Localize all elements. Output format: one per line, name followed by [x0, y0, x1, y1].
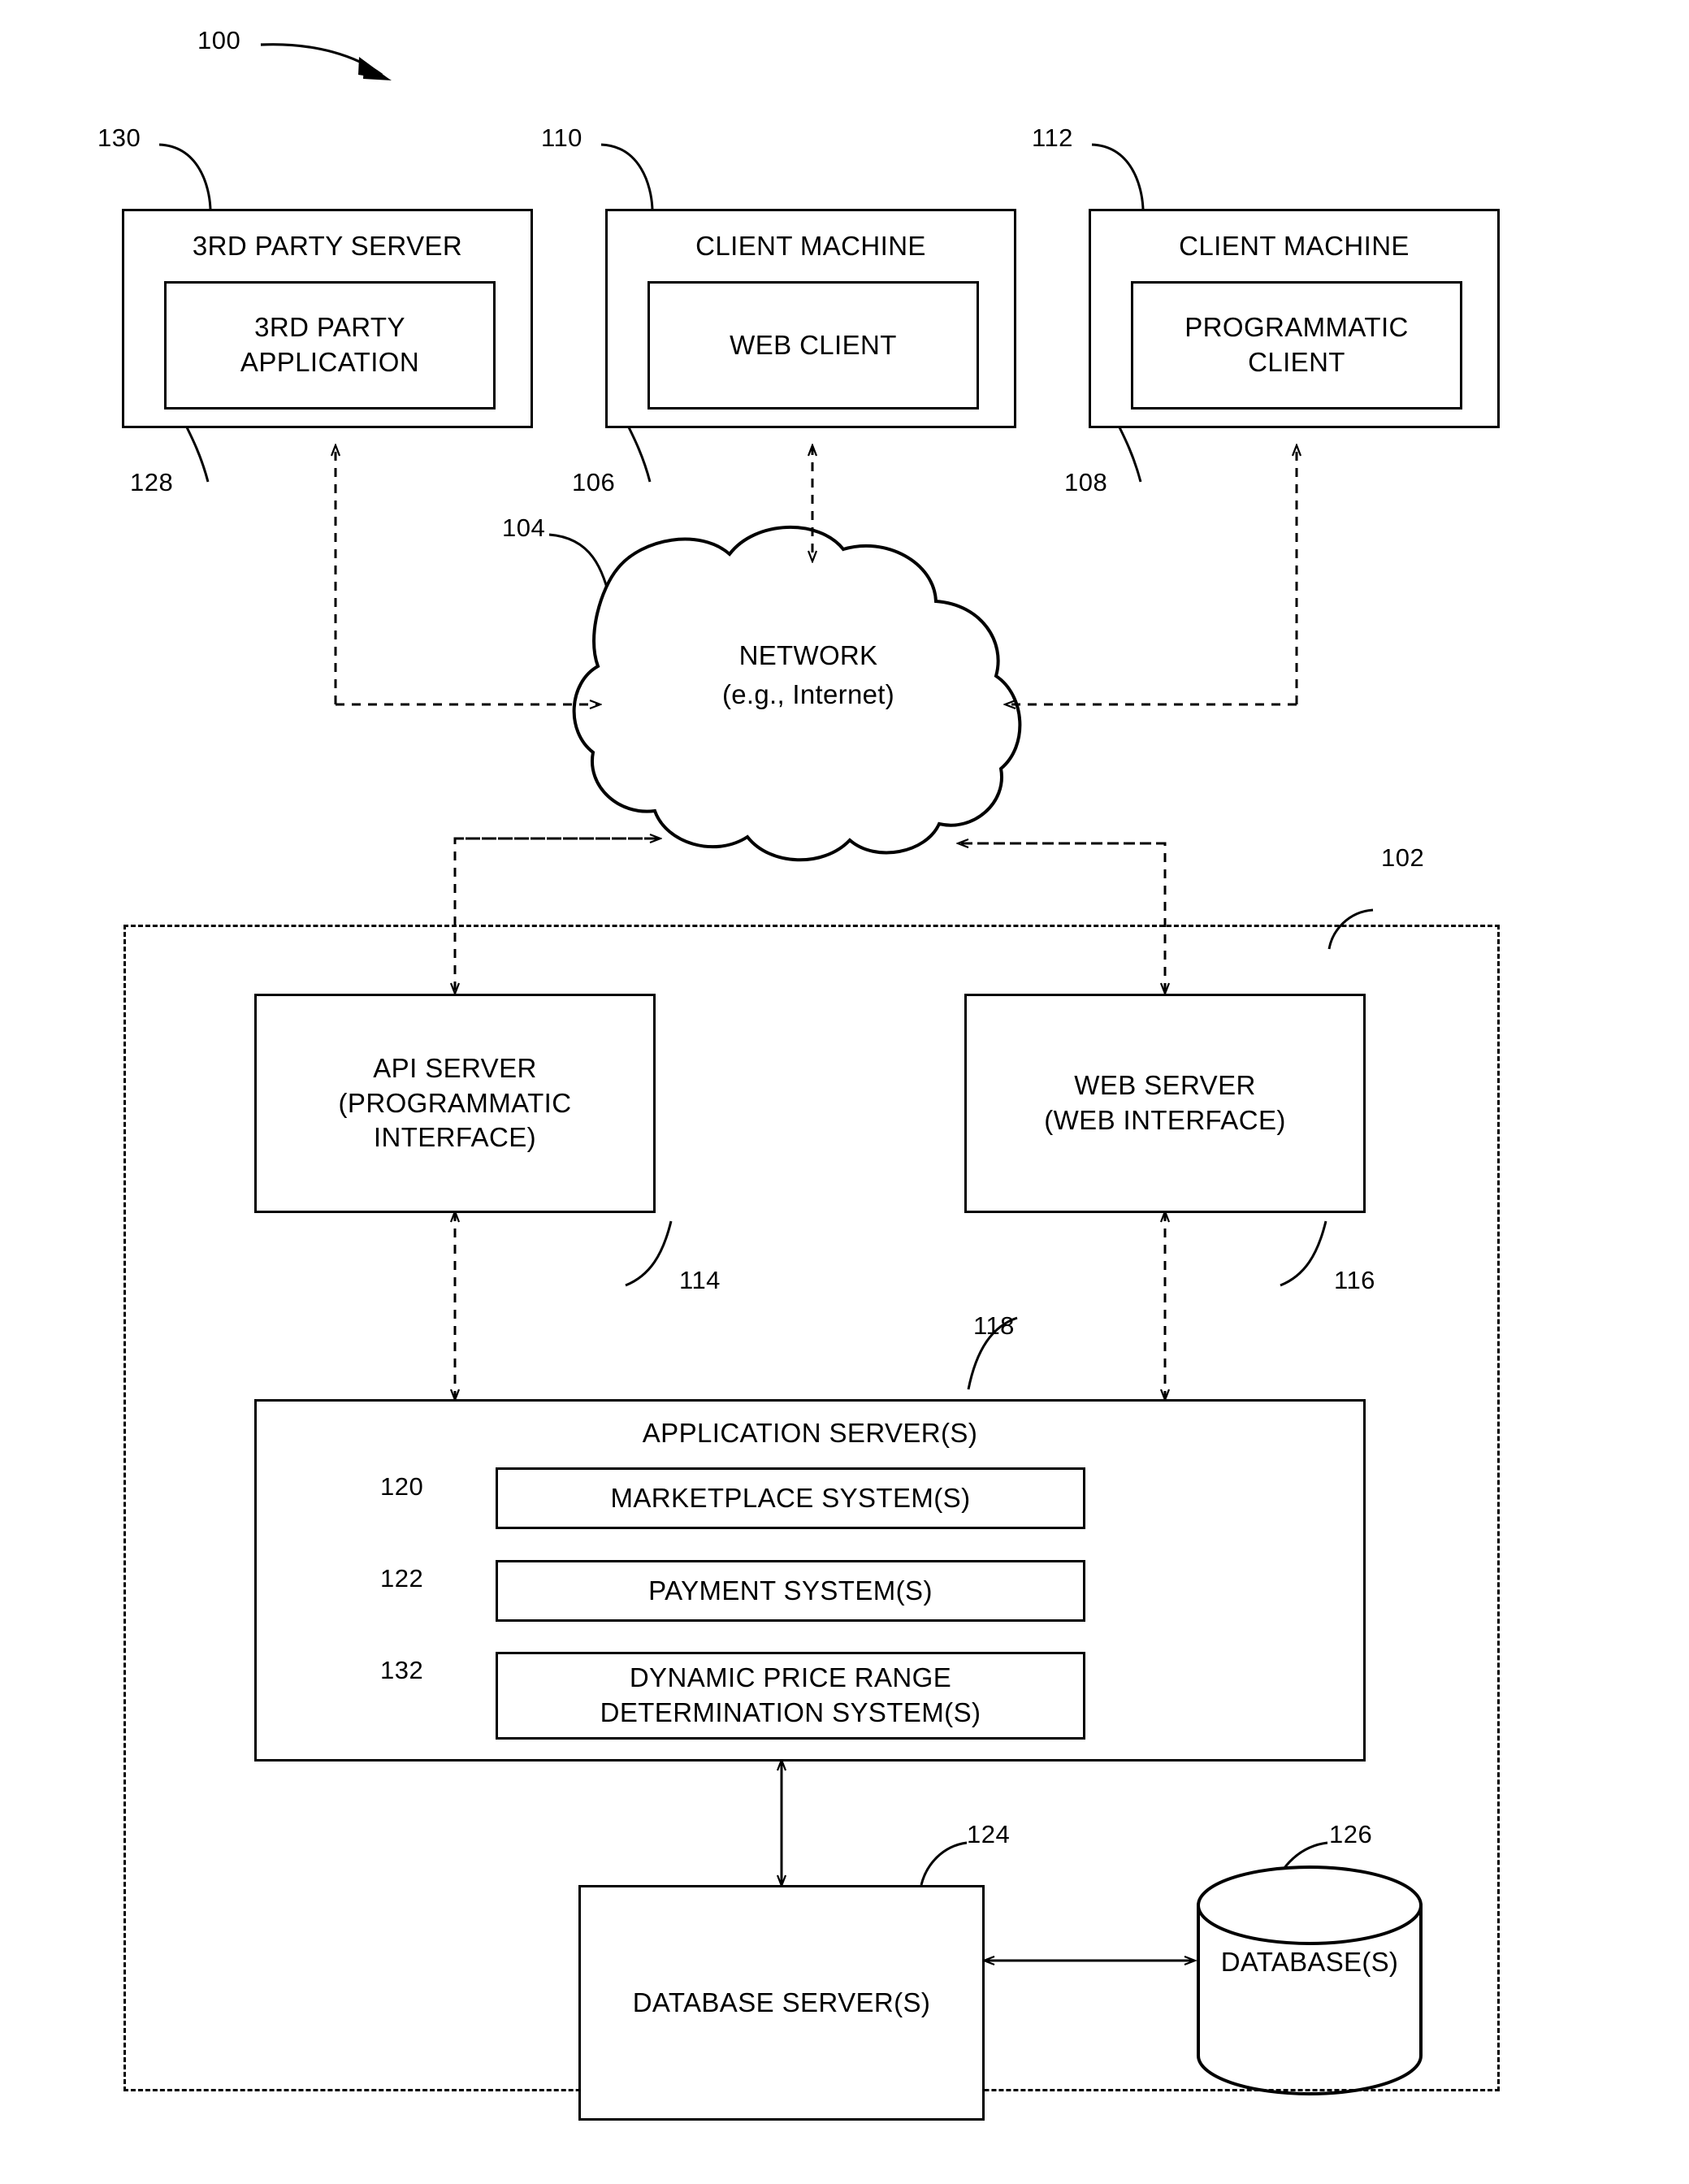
api-server-label-line3: INTERFACE) [373, 1122, 537, 1153]
figure-ref-100: 100 [197, 26, 241, 54]
ref-132: 132 [380, 1656, 424, 1684]
api-server-label-line2: (PROGRAMMATIC [338, 1087, 572, 1118]
leader-130 [158, 143, 212, 210]
dynamic-price-range-system-label-line2: DETERMINATION SYSTEM(S) [600, 1697, 981, 1727]
leader-112 [1091, 143, 1145, 210]
payment-system-label: PAYMENT SYSTEM(S) [648, 1575, 933, 1606]
ref-124: 124 [967, 1820, 1011, 1848]
application-server-title: APPLICATION SERVER(S) [642, 1418, 978, 1448]
web-client-box[interactable]: WEB CLIENT [647, 281, 979, 410]
dynamic-price-range-system-label: DYNAMIC PRICE RANGE DETERMINATION SYSTEM… [594, 1661, 988, 1731]
figure-canvas: 100 130 110 112 3RD PARTY SERVER 3RD PAR… [0, 0, 1689, 2184]
ref-130: 130 [97, 124, 141, 152]
client-machine-web-title: CLIENT MACHINE [695, 231, 926, 261]
third-party-application-label-line1: 3RD PARTY [254, 312, 405, 343]
third-party-application-box[interactable]: 3RD PARTY APPLICATION [164, 281, 496, 410]
dynamic-price-range-system-label-line1: DYNAMIC PRICE RANGE [629, 1662, 952, 1693]
api-server-label-line1: API SERVER [373, 1052, 537, 1083]
ref-112: 112 [1032, 124, 1073, 152]
marketplace-system-box[interactable]: MARKETPLACE SYSTEM(S) [496, 1467, 1085, 1529]
client-machine-programmatic-box[interactable]: CLIENT MACHINE PROGRAMMATIC CLIENT [1089, 209, 1500, 428]
ref-122: 122 [380, 1564, 424, 1592]
arrow-thirdparty-to-network [336, 446, 600, 704]
third-party-server-box[interactable]: 3RD PARTY SERVER 3RD PARTY APPLICATION [122, 209, 533, 428]
web-server-label-line1: WEB SERVER [1074, 1070, 1256, 1101]
leader-108 [1116, 423, 1142, 483]
web-server-label: WEB SERVER (WEB INTERFACE) [1037, 1068, 1293, 1138]
arrow-programmaticclient-to-network [1006, 446, 1297, 704]
web-server-label-line2: (WEB INTERFACE) [1044, 1105, 1286, 1135]
web-client-label: WEB CLIENT [730, 329, 897, 360]
database-server-box[interactable]: DATABASE SERVER(S) [578, 1885, 985, 2121]
client-machine-web-box[interactable]: CLIENT MACHINE WEB CLIENT [605, 209, 1016, 428]
leader-106 [626, 423, 652, 483]
programmatic-client-box[interactable]: PROGRAMMATIC CLIENT [1131, 281, 1462, 410]
ref-108: 108 [1064, 468, 1108, 496]
ref-102: 102 [1381, 843, 1425, 872]
marketplace-system-label: MARKETPLACE SYSTEM(S) [610, 1482, 971, 1513]
ref-116: 116 [1334, 1266, 1375, 1294]
network-label-line1: NETWORK [738, 640, 878, 670]
ref-106: 106 [572, 468, 616, 496]
ref-128: 128 [130, 468, 174, 496]
ref-104: 104 [502, 514, 546, 542]
ref-120: 120 [380, 1472, 424, 1501]
ref-110: 110 [541, 124, 582, 152]
third-party-application-label-line2: APPLICATION [240, 347, 420, 377]
network-label-line2: (e.g., Internet) [721, 678, 895, 709]
ref-126: 126 [1329, 1820, 1373, 1848]
leader-110 [600, 143, 654, 210]
programmatic-client-label: PROGRAMMATIC CLIENT [1178, 310, 1415, 380]
client-machine-programmatic-title: CLIENT MACHINE [1179, 231, 1410, 261]
leader-128 [184, 423, 210, 483]
programmatic-client-label-line1: PROGRAMMATIC [1184, 312, 1409, 343]
web-server-box[interactable]: WEB SERVER (WEB INTERFACE) [964, 994, 1366, 1213]
programmatic-client-label-line2: CLIENT [1248, 347, 1345, 377]
payment-system-box[interactable]: PAYMENT SYSTEM(S) [496, 1560, 1085, 1622]
leader-104 [548, 533, 613, 604]
network-cloud-label: NETWORK (e.g., Internet) [674, 636, 942, 714]
ref-114: 114 [679, 1266, 721, 1294]
ref-118: 118 [973, 1311, 1015, 1340]
database-server-label: DATABASE SERVER(S) [632, 1987, 931, 2017]
api-server-label: API SERVER (PROGRAMMATIC INTERFACE) [332, 1051, 578, 1156]
api-server-box[interactable]: API SERVER (PROGRAMMATIC INTERFACE) [254, 994, 656, 1213]
figure-ref-leader [260, 43, 392, 80]
third-party-application-label: 3RD PARTY APPLICATION [234, 310, 426, 380]
dynamic-price-range-system-box[interactable]: DYNAMIC PRICE RANGE DETERMINATION SYSTEM… [496, 1652, 1085, 1740]
third-party-server-title: 3RD PARTY SERVER [192, 231, 463, 261]
database-label: DATABASE(S) [1220, 1947, 1399, 1977]
